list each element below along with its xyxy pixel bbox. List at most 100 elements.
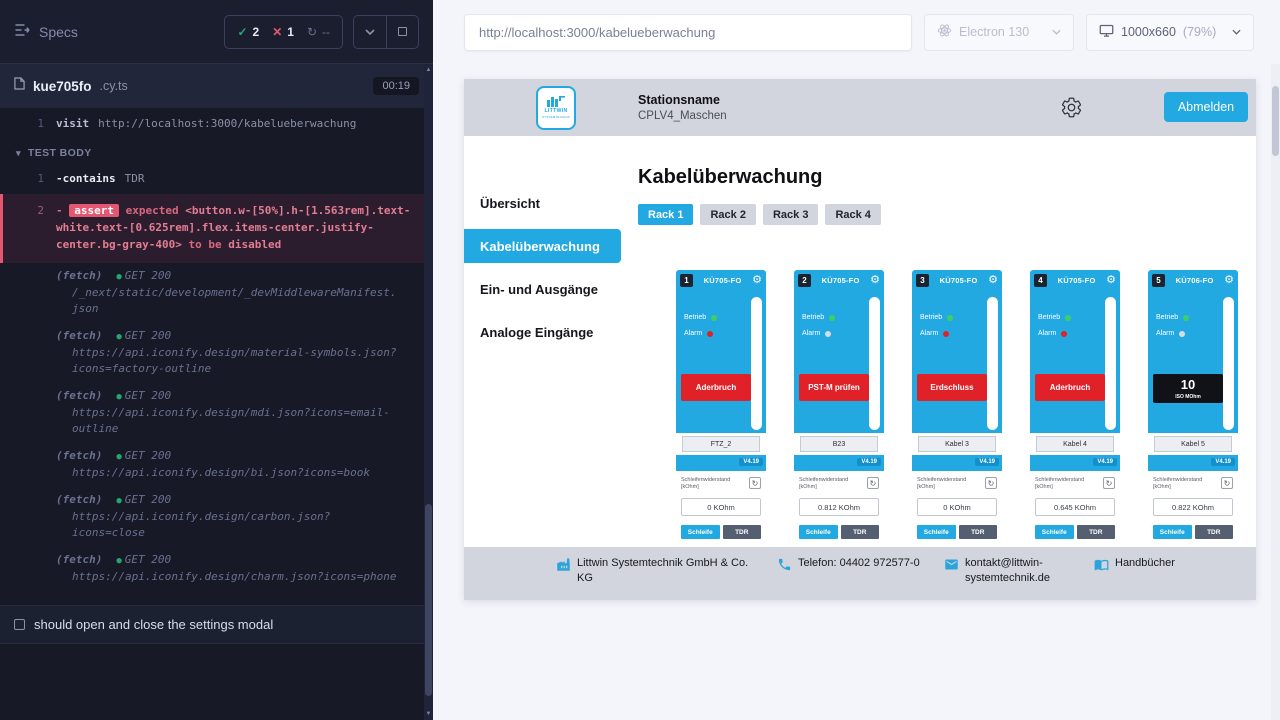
resistance-value: 0.645 KOhm — [1035, 498, 1115, 516]
refresh-icon[interactable]: ↻ — [985, 477, 997, 489]
collapse-all-button[interactable] — [354, 16, 386, 48]
run-controls — [353, 15, 419, 49]
fetch-url: https://api.iconify.design/bi.json?icons… — [72, 465, 402, 481]
fetch-log-entry[interactable]: (fetch)●GET 200 https://api.iconify.desi… — [0, 487, 424, 547]
tdr-button[interactable]: TDR — [841, 525, 880, 539]
specs-button[interactable]: Specs — [14, 23, 78, 40]
tab-rack-4[interactable]: Rack 4 — [825, 204, 880, 225]
alarm-label: Alarm — [920, 330, 938, 337]
schleife-button[interactable]: Schleife — [1035, 525, 1074, 539]
tab-rack-2[interactable]: Rack 2 — [700, 204, 755, 225]
app-main: Kabelüberwachung Rack 1 Rack 2 Rack 3 Ra… — [630, 136, 1256, 600]
reporter-scrollbar-thumb[interactable] — [425, 504, 432, 696]
alarm-led — [707, 331, 713, 337]
fetch-url: /_next/static/development/_devMiddleware… — [72, 285, 402, 317]
fetch-log-entry[interactable]: (fetch)●GET 200 https://api.iconify.desi… — [0, 443, 424, 487]
failed-count: 1 — [287, 25, 294, 39]
betrieb-led — [829, 315, 835, 321]
fetch-log-entry[interactable]: (fetch)●GET 200 https://api.iconify.desi… — [0, 383, 424, 443]
resistance-value: 0 KOhm — [681, 498, 761, 516]
card-model: KÜ706-FO — [1168, 276, 1221, 285]
rack-tabs: Rack 1 Rack 2 Rack 3 Rack 4 — [638, 204, 1256, 225]
schleife-button[interactable]: Schleife — [1153, 525, 1192, 539]
schleife-button[interactable]: Schleife — [799, 525, 838, 539]
assert-state: disabled — [228, 238, 281, 251]
status-dot-icon: ● — [116, 392, 121, 402]
footer-email: kontakt@littwin-systemtechnik.de — [944, 556, 1070, 600]
sidebar-item-uebersicht[interactable]: Übersicht — [464, 186, 630, 220]
url-bar[interactable] — [464, 14, 912, 51]
command-contains[interactable]: 1 -containsTDR — [0, 166, 424, 192]
command-number: 2 — [3, 202, 56, 253]
resistance-value: 0.822 KOhm — [1153, 498, 1233, 516]
chevron-down-icon — [1052, 29, 1061, 35]
stop-run-button[interactable] — [386, 16, 418, 48]
fetch-log-entry[interactable]: (fetch)●GET 200 https://api.iconify.desi… — [0, 547, 424, 591]
next-test-row[interactable]: should open and close the settings modal — [0, 605, 424, 644]
status-dot-icon: ● — [116, 556, 121, 566]
page-scrollbar-thumb[interactable] — [1272, 86, 1279, 156]
refresh-icon[interactable]: ↻ — [1103, 477, 1115, 489]
card-gear-icon[interactable]: ⚙ — [870, 275, 880, 286]
refresh-icon[interactable]: ↻ — [749, 477, 761, 489]
scroll-up-icon[interactable]: ▲ — [424, 67, 433, 73]
app-footer: Littwin Systemtechnik GmbH & Co. KG Tele… — [464, 547, 1256, 600]
firmware-version: V4.19 — [975, 458, 999, 466]
schleife-button[interactable]: Schleife — [917, 525, 956, 539]
settings-gear-icon[interactable] — [1060, 96, 1083, 124]
card-model: KÜ705-FO — [696, 276, 749, 285]
fetch-log-entry[interactable]: (fetch)●GET 200 https://api.iconify.desi… — [0, 323, 424, 383]
pending-count: -- — [322, 25, 330, 39]
logout-button[interactable]: Abmelden — [1164, 92, 1248, 122]
card-gear-icon[interactable]: ⚙ — [1106, 275, 1116, 286]
card-status: Erdschluss — [917, 374, 987, 401]
stop-icon — [398, 27, 407, 36]
cable-name: FTZ_2 — [682, 436, 760, 452]
chevron-down-icon — [1232, 29, 1241, 35]
cable-name: Kabel 4 — [1036, 436, 1114, 452]
littwin-logo: LITTWIN SYSTEMTECHNIK — [536, 86, 576, 130]
betrieb-led — [1065, 315, 1071, 321]
tdr-button[interactable]: TDR — [959, 525, 998, 539]
tab-rack-1[interactable]: Rack 1 — [638, 204, 693, 225]
logo-subtext: SYSTEMTECHNIK — [542, 115, 570, 119]
card-gear-icon[interactable]: ⚙ — [752, 275, 762, 286]
assert-tobe: to be — [188, 238, 221, 251]
firmware-version: V4.19 — [1093, 458, 1117, 466]
alarm-label: Alarm — [802, 330, 820, 337]
refresh-icon[interactable]: ↻ — [867, 477, 879, 489]
sidebar-item-analoge-eingaenge[interactable]: Analoge Eingänge — [464, 315, 630, 349]
app-under-test: LITTWIN SYSTEMTECHNIK Stationsname CPLV4… — [464, 79, 1256, 600]
betrieb-led — [711, 315, 717, 321]
schleife-button[interactable]: Schleife — [681, 525, 720, 539]
tdr-button[interactable]: TDR — [1195, 525, 1234, 539]
sidebar-item-kabelueberwachung[interactable]: Kabelüberwachung — [464, 229, 621, 263]
scroll-down-icon[interactable]: ▼ — [424, 711, 433, 717]
card-gear-icon[interactable]: ⚙ — [1224, 275, 1234, 286]
card-model: KÜ705-FO — [814, 276, 867, 285]
viewport-selector[interactable]: 1000x660 (79%) — [1086, 14, 1254, 51]
spec-header[interactable]: kue705fo .cy.ts 00:19 — [0, 64, 433, 108]
status-dot-icon: ● — [116, 332, 121, 342]
failed-assert-command[interactable]: 2 - assert expected <button.w-[50%].h-[1… — [0, 194, 424, 263]
alarm-label: Alarm — [1156, 330, 1174, 337]
sidebar-item-ein-und-ausgaenge[interactable]: Ein- und Ausgänge — [464, 272, 630, 306]
tab-rack-3[interactable]: Rack 3 — [763, 204, 818, 225]
refresh-icon[interactable]: ↻ — [1221, 477, 1233, 489]
command-visit[interactable]: 1 visithttp://localhost:3000/kabelueberw… — [0, 111, 424, 137]
reporter-header: Specs ✓ 2 ✕ 1 ↻ -- — [0, 0, 433, 64]
fetch-log-entry[interactable]: (fetch)●GET 200 /_next/static/developmen… — [0, 263, 424, 323]
fetch-url: https://api.iconify.design/mdi.json?icon… — [72, 405, 402, 437]
cable-name: Kabel 5 — [1154, 436, 1232, 452]
browser-selector[interactable]: Electron 130 — [924, 14, 1074, 51]
card-status: PST-M prüfen — [799, 374, 869, 401]
cable-graphic — [987, 297, 998, 430]
fetch-url: https://api.iconify.design/carbon.json?i… — [72, 509, 402, 541]
card-gear-icon[interactable]: ⚙ — [988, 275, 998, 286]
tdr-button[interactable]: TDR — [723, 525, 762, 539]
tdr-button[interactable]: TDR — [1077, 525, 1116, 539]
card-number: 5 — [1152, 274, 1165, 287]
footer-manuals-link[interactable]: Handbücher — [1094, 556, 1175, 600]
test-body-section[interactable]: ▾ TEST BODY — [0, 137, 424, 166]
url-input[interactable] — [479, 25, 897, 40]
